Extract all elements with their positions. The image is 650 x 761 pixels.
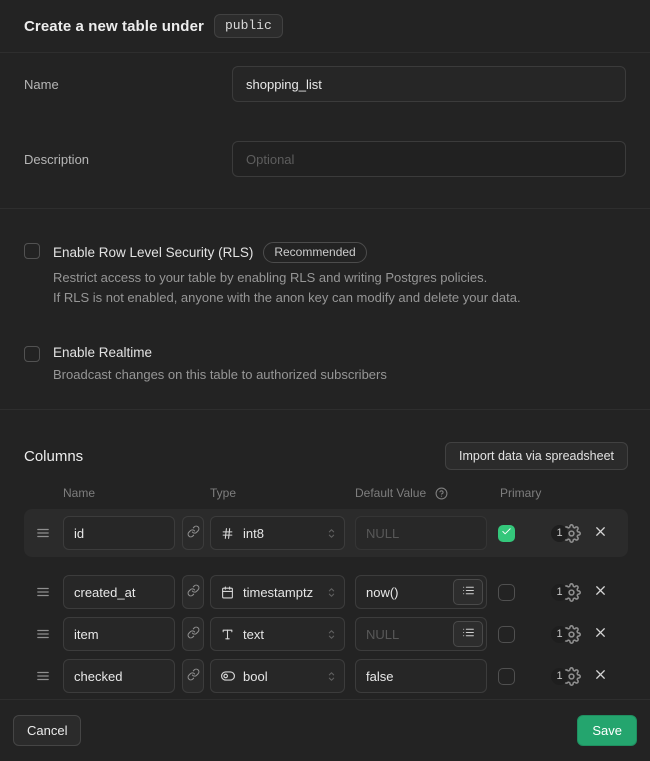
toggle-icon: [220, 669, 235, 683]
column-name-input[interactable]: [63, 617, 175, 651]
rls-label: Enable Row Level Security (RLS): [53, 245, 253, 260]
remove-column-button[interactable]: [591, 623, 610, 645]
import-spreadsheet-button[interactable]: Import data via spreadsheet: [445, 442, 628, 470]
realtime-description: Broadcast changes on this table to autho…: [53, 365, 387, 385]
column-name-input[interactable]: [63, 575, 175, 609]
dialog-title: Create a new table under: [24, 18, 204, 35]
column-type-select[interactable]: bool: [210, 659, 345, 693]
primary-checkbox[interactable]: [498, 626, 515, 643]
remove-column-button[interactable]: [591, 522, 610, 544]
chevrons-up-down-icon: [325, 586, 338, 599]
realtime-option: Enable Realtime Broadcast changes on thi…: [24, 345, 626, 385]
primary-checkbox[interactable]: [498, 584, 515, 601]
column-type-value: int8: [243, 526, 264, 541]
drag-handle-icon[interactable]: [36, 669, 50, 683]
check-icon: [501, 524, 512, 542]
description-label: Description: [24, 141, 232, 177]
chevrons-up-down-icon: [325, 527, 338, 540]
name-label: Name: [24, 66, 232, 102]
table-options-section: Enable Row Level Security (RLS) Recommen…: [0, 209, 650, 410]
column-name-input[interactable]: [63, 516, 175, 550]
settings-count-badge: 1: [551, 668, 568, 685]
default-value-menu-button[interactable]: [453, 579, 483, 605]
columns-title: Columns: [24, 448, 83, 465]
foreign-key-button[interactable]: [182, 659, 204, 693]
foreign-key-button[interactable]: [182, 617, 204, 651]
table-details-section: Name Description: [0, 53, 650, 209]
recommended-badge: Recommended: [263, 242, 366, 263]
calendar-icon: [220, 586, 235, 599]
header-primary: Primary: [500, 486, 541, 500]
chevrons-up-down-icon: [325, 628, 338, 641]
columns-rows: int8 1 timestamptz 1 text 1 bool 1: [0, 509, 650, 697]
realtime-label: Enable Realtime: [53, 345, 152, 360]
list-icon: [462, 584, 475, 600]
column-row-created_at: timestamptz 1: [24, 571, 628, 613]
rls-description-line1: Restrict access to your table by enablin…: [53, 268, 521, 288]
primary-checkbox[interactable]: [498, 668, 515, 685]
create-table-dialog: Create a new table under public Name Des…: [0, 0, 650, 761]
rls-checkbox[interactable]: [24, 243, 40, 259]
default-value-input[interactable]: [355, 516, 487, 550]
column-settings-button[interactable]: 1: [551, 583, 581, 602]
close-icon: [593, 625, 608, 643]
column-row-id: int8 1: [24, 509, 628, 557]
header-name: Name: [63, 486, 95, 500]
table-description-input[interactable]: [232, 141, 626, 177]
realtime-checkbox[interactable]: [24, 346, 40, 362]
column-settings-button[interactable]: 1: [551, 524, 581, 543]
remove-column-button[interactable]: [591, 581, 610, 603]
column-type-select[interactable]: timestamptz: [210, 575, 345, 609]
drag-handle-icon[interactable]: [36, 526, 50, 540]
hash-icon: [220, 527, 235, 540]
cancel-button[interactable]: Cancel: [13, 715, 81, 746]
column-settings-button[interactable]: 1: [551, 625, 581, 644]
column-row-item: text 1: [24, 613, 628, 655]
save-button[interactable]: Save: [577, 715, 637, 746]
type-icon: [220, 628, 235, 641]
schema-badge: public: [214, 14, 283, 38]
close-icon: [593, 583, 608, 601]
rls-option: Enable Row Level Security (RLS) Recommen…: [24, 242, 626, 308]
close-icon: [593, 524, 608, 542]
column-type-select[interactable]: text: [210, 617, 345, 651]
remove-column-button[interactable]: [591, 665, 610, 687]
link-icon: [187, 584, 200, 600]
link-icon: [187, 626, 200, 642]
close-icon: [593, 667, 608, 685]
columns-section: Columns Import data via spreadsheet Name…: [0, 410, 650, 700]
default-value-menu-button[interactable]: [453, 621, 483, 647]
link-icon: [187, 668, 200, 684]
header-type: Type: [210, 486, 236, 500]
chevrons-up-down-icon: [325, 670, 338, 683]
column-type-select[interactable]: int8: [210, 516, 345, 550]
link-icon: [187, 525, 200, 541]
foreign-key-button[interactable]: [182, 575, 204, 609]
dialog-footer: Cancel Save: [0, 700, 650, 760]
rls-description-line2: If RLS is not enabled, anyone with the a…: [53, 288, 521, 308]
column-name-input[interactable]: [63, 659, 175, 693]
foreign-key-button[interactable]: [182, 516, 204, 550]
column-row-checked: bool 1: [24, 655, 628, 697]
column-settings-button[interactable]: 1: [551, 667, 581, 686]
dialog-header: Create a new table under public: [0, 0, 650, 53]
column-type-value: timestamptz: [243, 585, 313, 600]
list-icon: [462, 626, 475, 642]
primary-checkbox[interactable]: [498, 525, 515, 542]
default-value-input[interactable]: [355, 659, 487, 693]
header-default-value: Default Value: [355, 486, 426, 500]
table-name-input[interactable]: [232, 66, 626, 102]
settings-count-badge: 1: [551, 584, 568, 601]
drag-handle-icon[interactable]: [36, 627, 50, 641]
column-type-value: text: [243, 627, 264, 642]
column-type-value: bool: [243, 669, 268, 684]
columns-table-header: Name Type Default Value Primary: [0, 486, 650, 499]
settings-count-badge: 1: [551, 525, 568, 542]
drag-handle-icon[interactable]: [36, 585, 50, 599]
help-icon[interactable]: [435, 487, 448, 500]
settings-count-badge: 1: [551, 626, 568, 643]
